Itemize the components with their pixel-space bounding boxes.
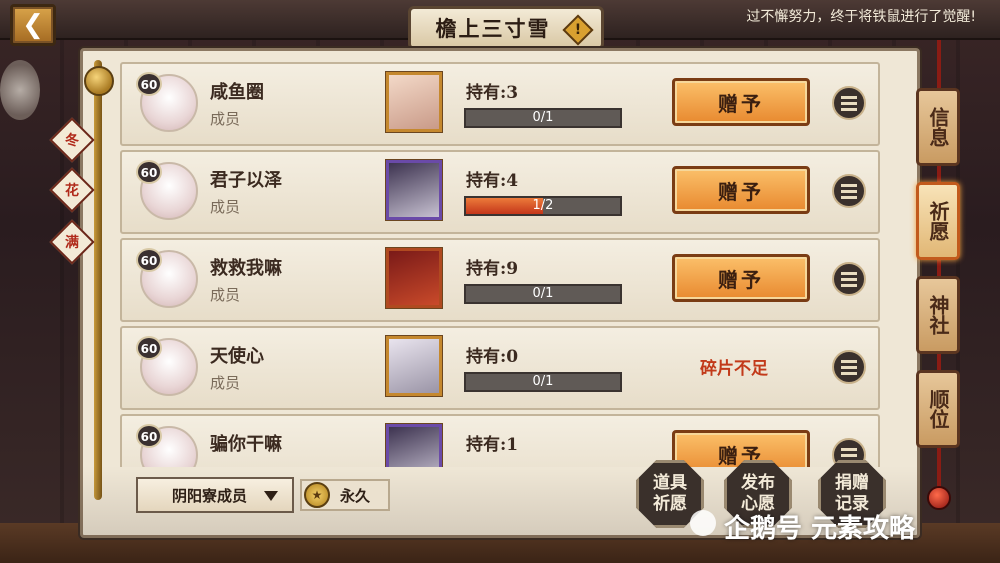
member-name: 咸鱼圈	[210, 82, 264, 103]
duration-badge-icon: ★	[304, 482, 330, 508]
give-button[interactable]: 赠予	[672, 254, 810, 302]
member-filter-select[interactable]: 阴阳寮成员	[136, 477, 294, 513]
member-role: 成员	[210, 374, 241, 392]
give-button[interactable]: 赠予	[672, 166, 810, 214]
list-menu-icon[interactable]	[832, 350, 866, 384]
member-wish-list[interactable]: 60 咸鱼圈 成员 持有:3 0/1 赠予 60 君子以泽 成员 持有:4 1/…	[120, 62, 880, 467]
progress-text: 0/1	[532, 286, 554, 301]
tab-shrine[interactable]: 神社	[916, 276, 960, 354]
give-button[interactable]: 赠予	[672, 430, 810, 467]
watermark-text: 企鹅号 元素攻略	[724, 514, 916, 544]
tab-ranking[interactable]: 顺位	[916, 370, 960, 448]
list-menu-icon[interactable]	[832, 174, 866, 208]
tab-wish[interactable]: 祈愿	[916, 182, 960, 260]
progress-bar: 1/2	[464, 196, 622, 216]
member-name: 天使心	[210, 346, 264, 367]
back-arrow-icon: ❮	[22, 10, 44, 40]
list-item: 60 救救我嘛 成员 持有:9 0/1 赠予	[120, 238, 880, 322]
back-button[interactable]: ❮	[10, 4, 56, 46]
member-role: 成员	[210, 286, 241, 304]
notice-ticker: 过不懈努力，终于将铁鼠进行了觉醒!	[746, 9, 976, 25]
shikigami-card[interactable]	[386, 248, 442, 308]
member-name: 救救我嘛	[210, 258, 282, 279]
member-name: 骗你干嘛	[210, 434, 282, 455]
shikigami-card[interactable]	[386, 424, 442, 467]
hold-count: 持有:0	[466, 347, 519, 367]
progress-text: 0/1	[532, 374, 554, 389]
scroll-rod	[94, 60, 102, 500]
list-item: 60 骗你干嘛 持有:1 赠予	[120, 414, 880, 467]
red-tassel-ball	[927, 486, 951, 510]
progress-text: 0/1	[532, 110, 554, 125]
shikigami-card[interactable]	[386, 160, 442, 220]
level-badge: 60	[136, 72, 162, 96]
scroll-knob[interactable]	[84, 66, 114, 96]
hold-count: 持有:3	[466, 83, 519, 103]
shikigami-card[interactable]	[386, 336, 442, 396]
hold-count: 持有:9	[466, 259, 519, 279]
member-name: 君子以泽	[210, 170, 282, 191]
level-badge: 60	[136, 160, 162, 184]
list-item: 60 君子以泽 成员 持有:4 1/2 赠予	[120, 150, 880, 234]
dropdown-arrow-icon	[264, 491, 278, 501]
list-menu-icon[interactable]	[832, 262, 866, 296]
watermark-logo	[690, 510, 716, 536]
title-plate: 檐上三寸雪 !	[408, 6, 604, 50]
member-role: 成员	[210, 198, 241, 216]
page-title: 檐上三寸雪	[435, 16, 551, 41]
give-button[interactable]: 赠予	[672, 78, 810, 126]
progress-text: 1/2	[532, 198, 554, 213]
list-item: 60 咸鱼圈 成员 持有:3 0/1 赠予	[120, 62, 880, 146]
tab-info[interactable]: 信息	[916, 88, 960, 166]
level-badge: 60	[136, 248, 162, 272]
info-warning-icon[interactable]: !	[562, 14, 594, 46]
left-decoration	[0, 60, 40, 120]
progress-bar: 0/1	[464, 372, 622, 392]
hold-count: 持有:1	[466, 435, 519, 455]
progress-bar: 0/1	[464, 284, 622, 304]
level-badge: 60	[136, 336, 162, 360]
member-role: 成员	[210, 110, 241, 128]
list-item: 60 天使心 成员 持有:0 0/1 碎片不足	[120, 326, 880, 410]
shikigami-card[interactable]	[386, 72, 442, 132]
level-badge: 60	[136, 424, 162, 448]
progress-bar: 0/1	[464, 108, 622, 128]
insufficient-fragments-text: 碎片不足	[700, 359, 768, 379]
hold-count: 持有:4	[466, 171, 519, 191]
list-menu-icon[interactable]	[832, 86, 866, 120]
